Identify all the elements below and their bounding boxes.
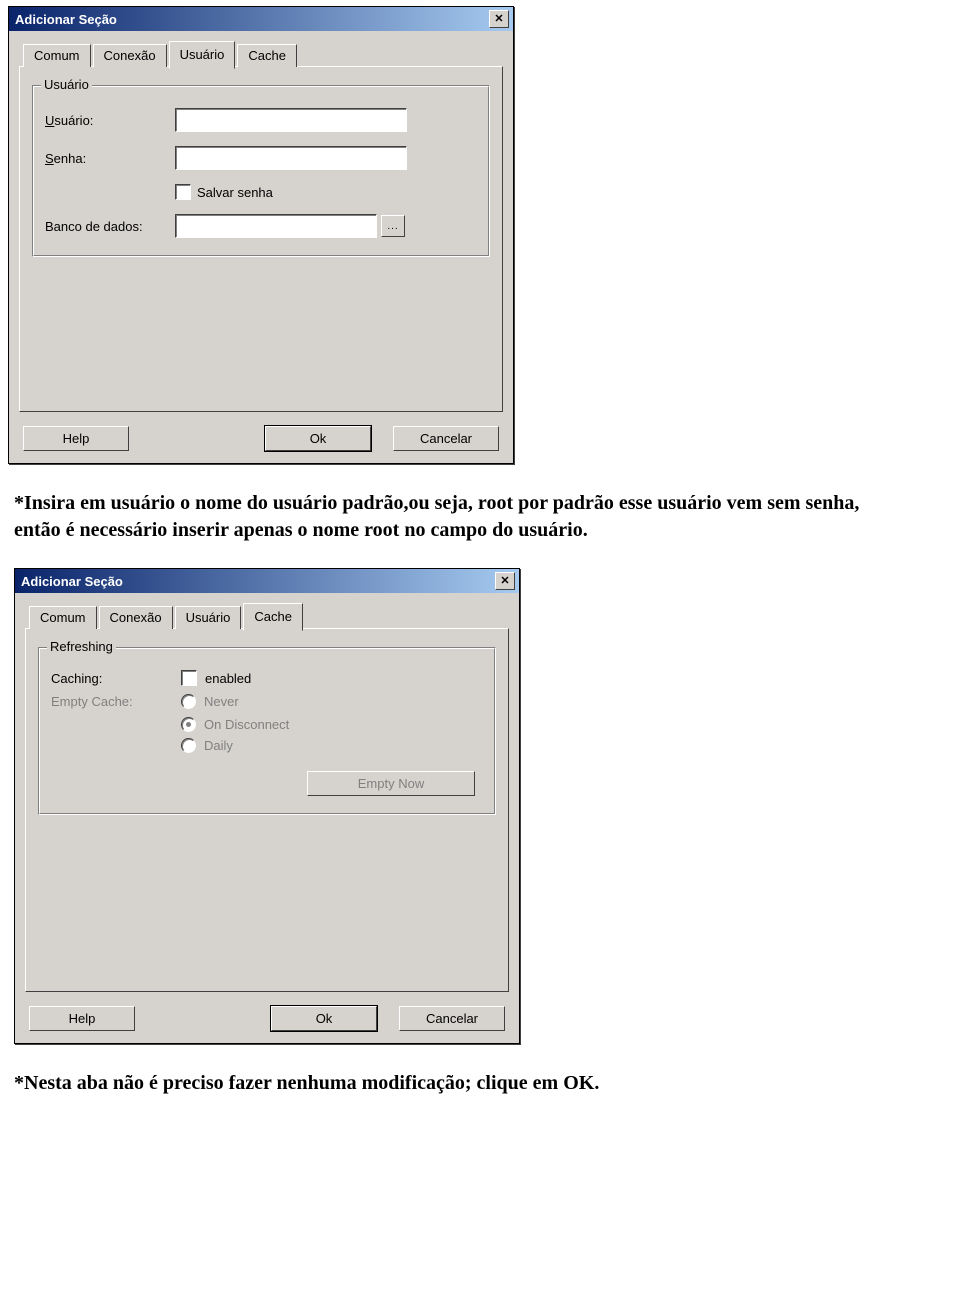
tab-comum[interactable]: Comum	[23, 44, 91, 67]
tab-usuario[interactable]: Usuário	[169, 41, 236, 69]
label-never: Never	[204, 694, 239, 709]
close-icon[interactable]: ✕	[489, 10, 509, 28]
tab-usuario[interactable]: Usuário	[175, 606, 242, 629]
tab-panel-cache: Refreshing Caching: enabled Empty Cache:…	[25, 628, 509, 992]
label-senha: Senha:	[45, 151, 175, 166]
radio-daily[interactable]	[181, 738, 196, 753]
input-senha[interactable]	[175, 146, 407, 170]
tab-strip: Comum Conexão Usuário Cache	[19, 41, 503, 67]
tab-comum[interactable]: Comum	[29, 606, 97, 629]
groupbox-legend: Refreshing	[47, 639, 116, 654]
label-on-disconnect: On Disconnect	[204, 717, 289, 732]
checkbox-caching-enabled[interactable]	[181, 670, 197, 686]
label-caching: Caching:	[51, 671, 181, 686]
dialog-title: Adicionar Seção	[21, 574, 123, 589]
label-empty-cache: Empty Cache:	[51, 694, 181, 709]
dialog-buttons: Help Ok Cancelar	[19, 412, 503, 451]
label-enabled: enabled	[205, 671, 251, 686]
label-daily: Daily	[204, 738, 233, 753]
tab-cache[interactable]: Cache	[237, 44, 297, 67]
label-salvar-senha: Salvar senha	[197, 185, 273, 200]
checkbox-salvar-senha[interactable]	[175, 184, 191, 200]
help-button[interactable]: Help	[23, 426, 129, 451]
dialog-add-section-cache: Adicionar Seção ✕ Comum Conexão Usuário …	[14, 568, 520, 1044]
label-usuario: Usuário:	[45, 113, 175, 128]
label-banco: Banco de dados:	[45, 219, 175, 234]
tab-cache[interactable]: Cache	[243, 603, 303, 631]
browse-button[interactable]: ...	[381, 215, 405, 237]
tab-conexao[interactable]: Conexão	[99, 606, 173, 629]
cancel-button[interactable]: Cancelar	[393, 426, 499, 451]
instruction-text-2: *Nesta aba não é preciso fazer nenhuma m…	[14, 1070, 894, 1097]
tab-conexao[interactable]: Conexão	[93, 44, 167, 67]
empty-now-button[interactable]: Empty Now	[307, 771, 475, 796]
tab-panel-usuario: Usuário Usuário: Senha: Salvar senha Ban…	[19, 66, 503, 412]
input-usuario[interactable]	[175, 108, 407, 132]
titlebar: Adicionar Seção ✕	[9, 7, 513, 31]
tab-strip: Comum Conexão Usuário Cache	[25, 603, 509, 629]
ok-button[interactable]: Ok	[271, 1006, 377, 1031]
help-button[interactable]: Help	[29, 1006, 135, 1031]
cancel-button[interactable]: Cancelar	[399, 1006, 505, 1031]
titlebar: Adicionar Seção ✕	[15, 569, 519, 593]
groupbox-legend: Usuário	[41, 77, 92, 92]
instruction-text-1: *Insira em usuário o nome do usuário pad…	[14, 490, 894, 544]
radio-on-disconnect[interactable]	[181, 717, 196, 732]
dialog-title: Adicionar Seção	[15, 12, 117, 27]
ok-button[interactable]: Ok	[265, 426, 371, 451]
dialog-add-section-usuario: Adicionar Seção ✕ Comum Conexão Usuário …	[8, 6, 514, 464]
groupbox-refreshing: Refreshing Caching: enabled Empty Cache:…	[38, 647, 496, 815]
close-icon[interactable]: ✕	[495, 572, 515, 590]
groupbox-usuario: Usuário Usuário: Senha: Salvar senha Ban…	[32, 85, 490, 257]
input-banco[interactable]	[175, 214, 377, 238]
dialog-buttons: Help Ok Cancelar	[25, 992, 509, 1031]
radio-never[interactable]	[181, 694, 196, 709]
